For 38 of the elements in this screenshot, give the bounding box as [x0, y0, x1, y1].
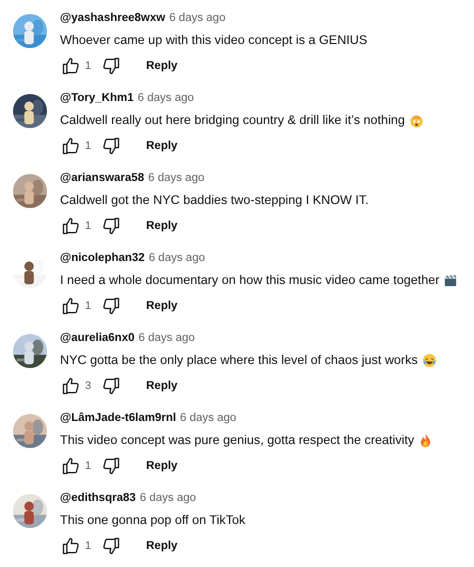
comment-time[interactable]: 6 days ago — [148, 172, 204, 184]
comment-author[interactable]: @LâmJade-t6lam9rnl — [60, 412, 176, 424]
comment-author[interactable]: @yashashree8wxw — [60, 12, 166, 24]
like-count: 1 — [85, 220, 92, 232]
reply-button[interactable]: Reply — [142, 378, 182, 394]
clapper-board-icon — [443, 272, 458, 288]
reply-button[interactable]: Reply — [142, 458, 182, 474]
comment-text: Whoever came up with this video concept is a GENIUS — [60, 33, 368, 47]
like-count: 1 — [85, 460, 92, 472]
reply-button[interactable]: Reply — [142, 298, 182, 314]
comment-text: Caldwell got the NYC baddies two-stepping I KNOW IT. — [60, 193, 369, 207]
emoji-icon — [408, 112, 424, 128]
like-count: 1 — [85, 540, 92, 552]
comment-time[interactable]: 6 days ago — [148, 252, 205, 264]
reply-button[interactable]: Reply — [142, 138, 182, 154]
reply-button[interactable]: Reply — [142, 538, 182, 554]
comment-text: I need a whole documentary on how this music video came together — [60, 273, 440, 287]
comment-time[interactable]: 6 days ago — [140, 492, 196, 504]
like-count: 1 — [85, 140, 92, 152]
comment-author[interactable]: @aurelia6nx0 — [60, 332, 135, 344]
comment-time[interactable]: 6 days ago — [138, 332, 195, 344]
like-count: 1 — [85, 300, 92, 312]
comment-text: NYC gotta be the only place where this level of chaos just works — [60, 353, 418, 367]
reply-button[interactable]: Reply — [142, 218, 182, 234]
reply-button[interactable]: Reply — [142, 58, 182, 74]
comment-author[interactable]: @arianswara58 — [60, 172, 144, 184]
comment-author[interactable]: @Tory_Khm1 — [60, 92, 134, 104]
comment-text: This one gonna pop off on TikTok — [60, 513, 246, 527]
comment-author[interactable]: @edithsqra83 — [60, 492, 136, 504]
comment-time[interactable]: 6 days ago — [138, 92, 194, 104]
like-count: 3 — [85, 380, 92, 392]
laughing-emoji-icon — [422, 352, 437, 368]
comment-time[interactable]: 6 days ago — [169, 12, 226, 24]
comment-text: This video concept was pure genius, gotta respect the creativity — [60, 433, 414, 447]
comment-author[interactable]: @nicolephan32 — [60, 252, 145, 264]
comment-time[interactable]: 6 days ago — [180, 412, 236, 424]
like-count: 1 — [85, 60, 92, 72]
comment-text: Caldwell really out here bridging country & drill like it’s nothing — [60, 113, 405, 127]
